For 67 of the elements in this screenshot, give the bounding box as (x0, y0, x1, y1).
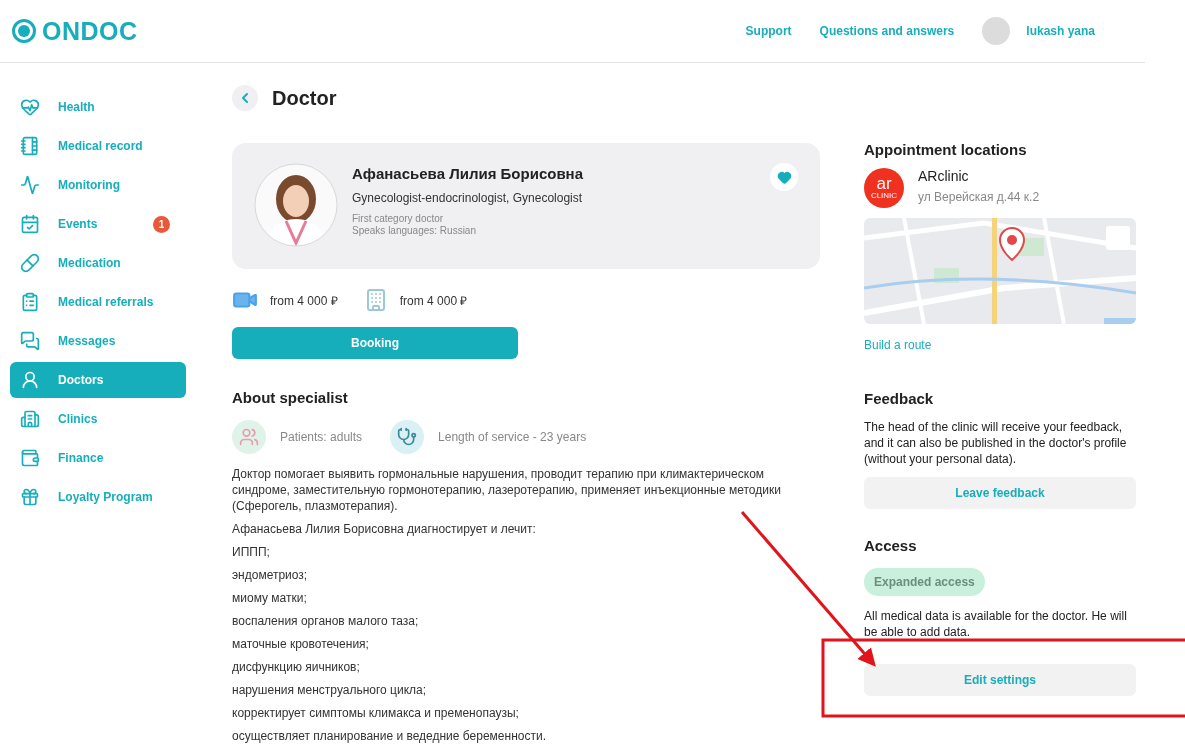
edit-settings-button[interactable]: Edit settings (864, 664, 1136, 696)
description-text: Афанасьева Лилия Борисовна диагностирует и лечит: (232, 521, 537, 537)
sidebar-item[interactable]: Medical record (10, 128, 186, 164)
chat-bubbles-icon (20, 331, 40, 351)
description-text: нарушения менструального цикла; (232, 682, 428, 698)
favorite-button[interactable] (770, 163, 798, 191)
person-icon (20, 370, 40, 390)
description-text: воспаления органов малого таза; (232, 613, 420, 629)
description-text: дисфункцию яичников; (232, 659, 361, 675)
route-link[interactable]: Build a route (864, 338, 1136, 352)
back-button[interactable] (232, 85, 258, 111)
sidebar-item[interactable]: Health (10, 89, 186, 125)
wallet-icon (20, 448, 40, 468)
price-label: from 4 000 ₽ (270, 292, 338, 309)
doctor-category: First category doctor (352, 213, 445, 225)
description-text: Доктор помогает выявить гормональные нарушения, проводит терапию при климактерическом синдроме, заместительную гормонотерапию, лазеротерапию, применяет инъекционные методики (Сферогель, плазмотерапия). (232, 466, 782, 514)
header-link[interactable]: Support (745, 24, 792, 38)
sidebar-item[interactable]: Doctors (10, 362, 186, 398)
pills-icon (20, 253, 40, 273)
sidebar-item[interactable]: Finance (10, 440, 186, 476)
header-link[interactable]: Questions and answers (819, 24, 955, 38)
notebook-icon (20, 136, 40, 156)
page-title: Doctor (272, 86, 337, 110)
access-badge: Expanded access (864, 568, 985, 596)
doctor-name: Афанасьева Лилия Борисовна (352, 165, 583, 182)
gift-icon (20, 487, 40, 507)
heart-icon (776, 169, 792, 185)
sidebar-item[interactable]: Events 1 (10, 206, 186, 242)
description-text: эндометриоз; (232, 567, 309, 583)
description-text: маточные кровотечения; (232, 636, 370, 652)
pulse-chart-icon (20, 175, 40, 195)
sidebar-item[interactable]: Loyalty Program (10, 479, 186, 515)
sidebar-item[interactable]: Messages (10, 323, 186, 359)
notification-badge: 1 (153, 215, 170, 233)
access-text: All medical data is available for the doctor. He will be able to add data. (864, 608, 1128, 640)
heart-pulse-icon (20, 97, 40, 117)
section-title: About specialist (232, 389, 349, 406)
fact-label: Patients: adults (280, 430, 363, 444)
calendar-check-icon (20, 214, 40, 234)
user-name[interactable]: lukash yana (1026, 24, 1095, 38)
section-title: Feedback (864, 390, 935, 407)
user-avatar[interactable] (982, 17, 1011, 45)
sidebar-item[interactable]: Medication (10, 245, 186, 281)
description-text: ИППП; (232, 544, 271, 560)
description-text: осуществляет планирование и ведедние беременности. (232, 728, 547, 744)
sidebar-item[interactable]: Medical referrals (10, 284, 186, 320)
ondoc-logo: ONDOC (12, 16, 138, 46)
leave-feedback-button[interactable]: Leave feedback (864, 477, 1136, 509)
description-text: корректирует симптомы климакса и пременопаузы; (232, 705, 520, 721)
clinic-name: ARclinic (918, 168, 970, 184)
booking-button[interactable]: Booking (232, 327, 518, 359)
section-title: Appointment locations (864, 141, 1028, 158)
clinic-address: ул Верейская д.44 к.2 (918, 190, 1040, 204)
clinic-logo: ar CLINIC (864, 168, 904, 208)
doctor-specialty: Gynecologist-endocrinologist, Gynecologist (352, 191, 583, 205)
clipboard-list-icon (20, 292, 40, 312)
doctor-languages: Speaks languages: Russian (352, 225, 477, 237)
sidebar-item[interactable]: Clinics (10, 401, 186, 437)
feedback-text: The head of the clinic will receive your feedback, and it can also be published in the doctor's profile (without your personal data). (864, 419, 1128, 467)
description-text: миому матки; (232, 590, 308, 606)
price-label: from 4 000 ₽ (399, 292, 468, 309)
section-title: Access (864, 537, 918, 554)
stethoscope-icon (390, 420, 425, 454)
people-icon (232, 420, 266, 454)
buildings-icon (20, 409, 40, 429)
sidebar-item[interactable]: Monitoring (10, 167, 186, 203)
fact-label: Length of service - 23 years (438, 430, 587, 444)
